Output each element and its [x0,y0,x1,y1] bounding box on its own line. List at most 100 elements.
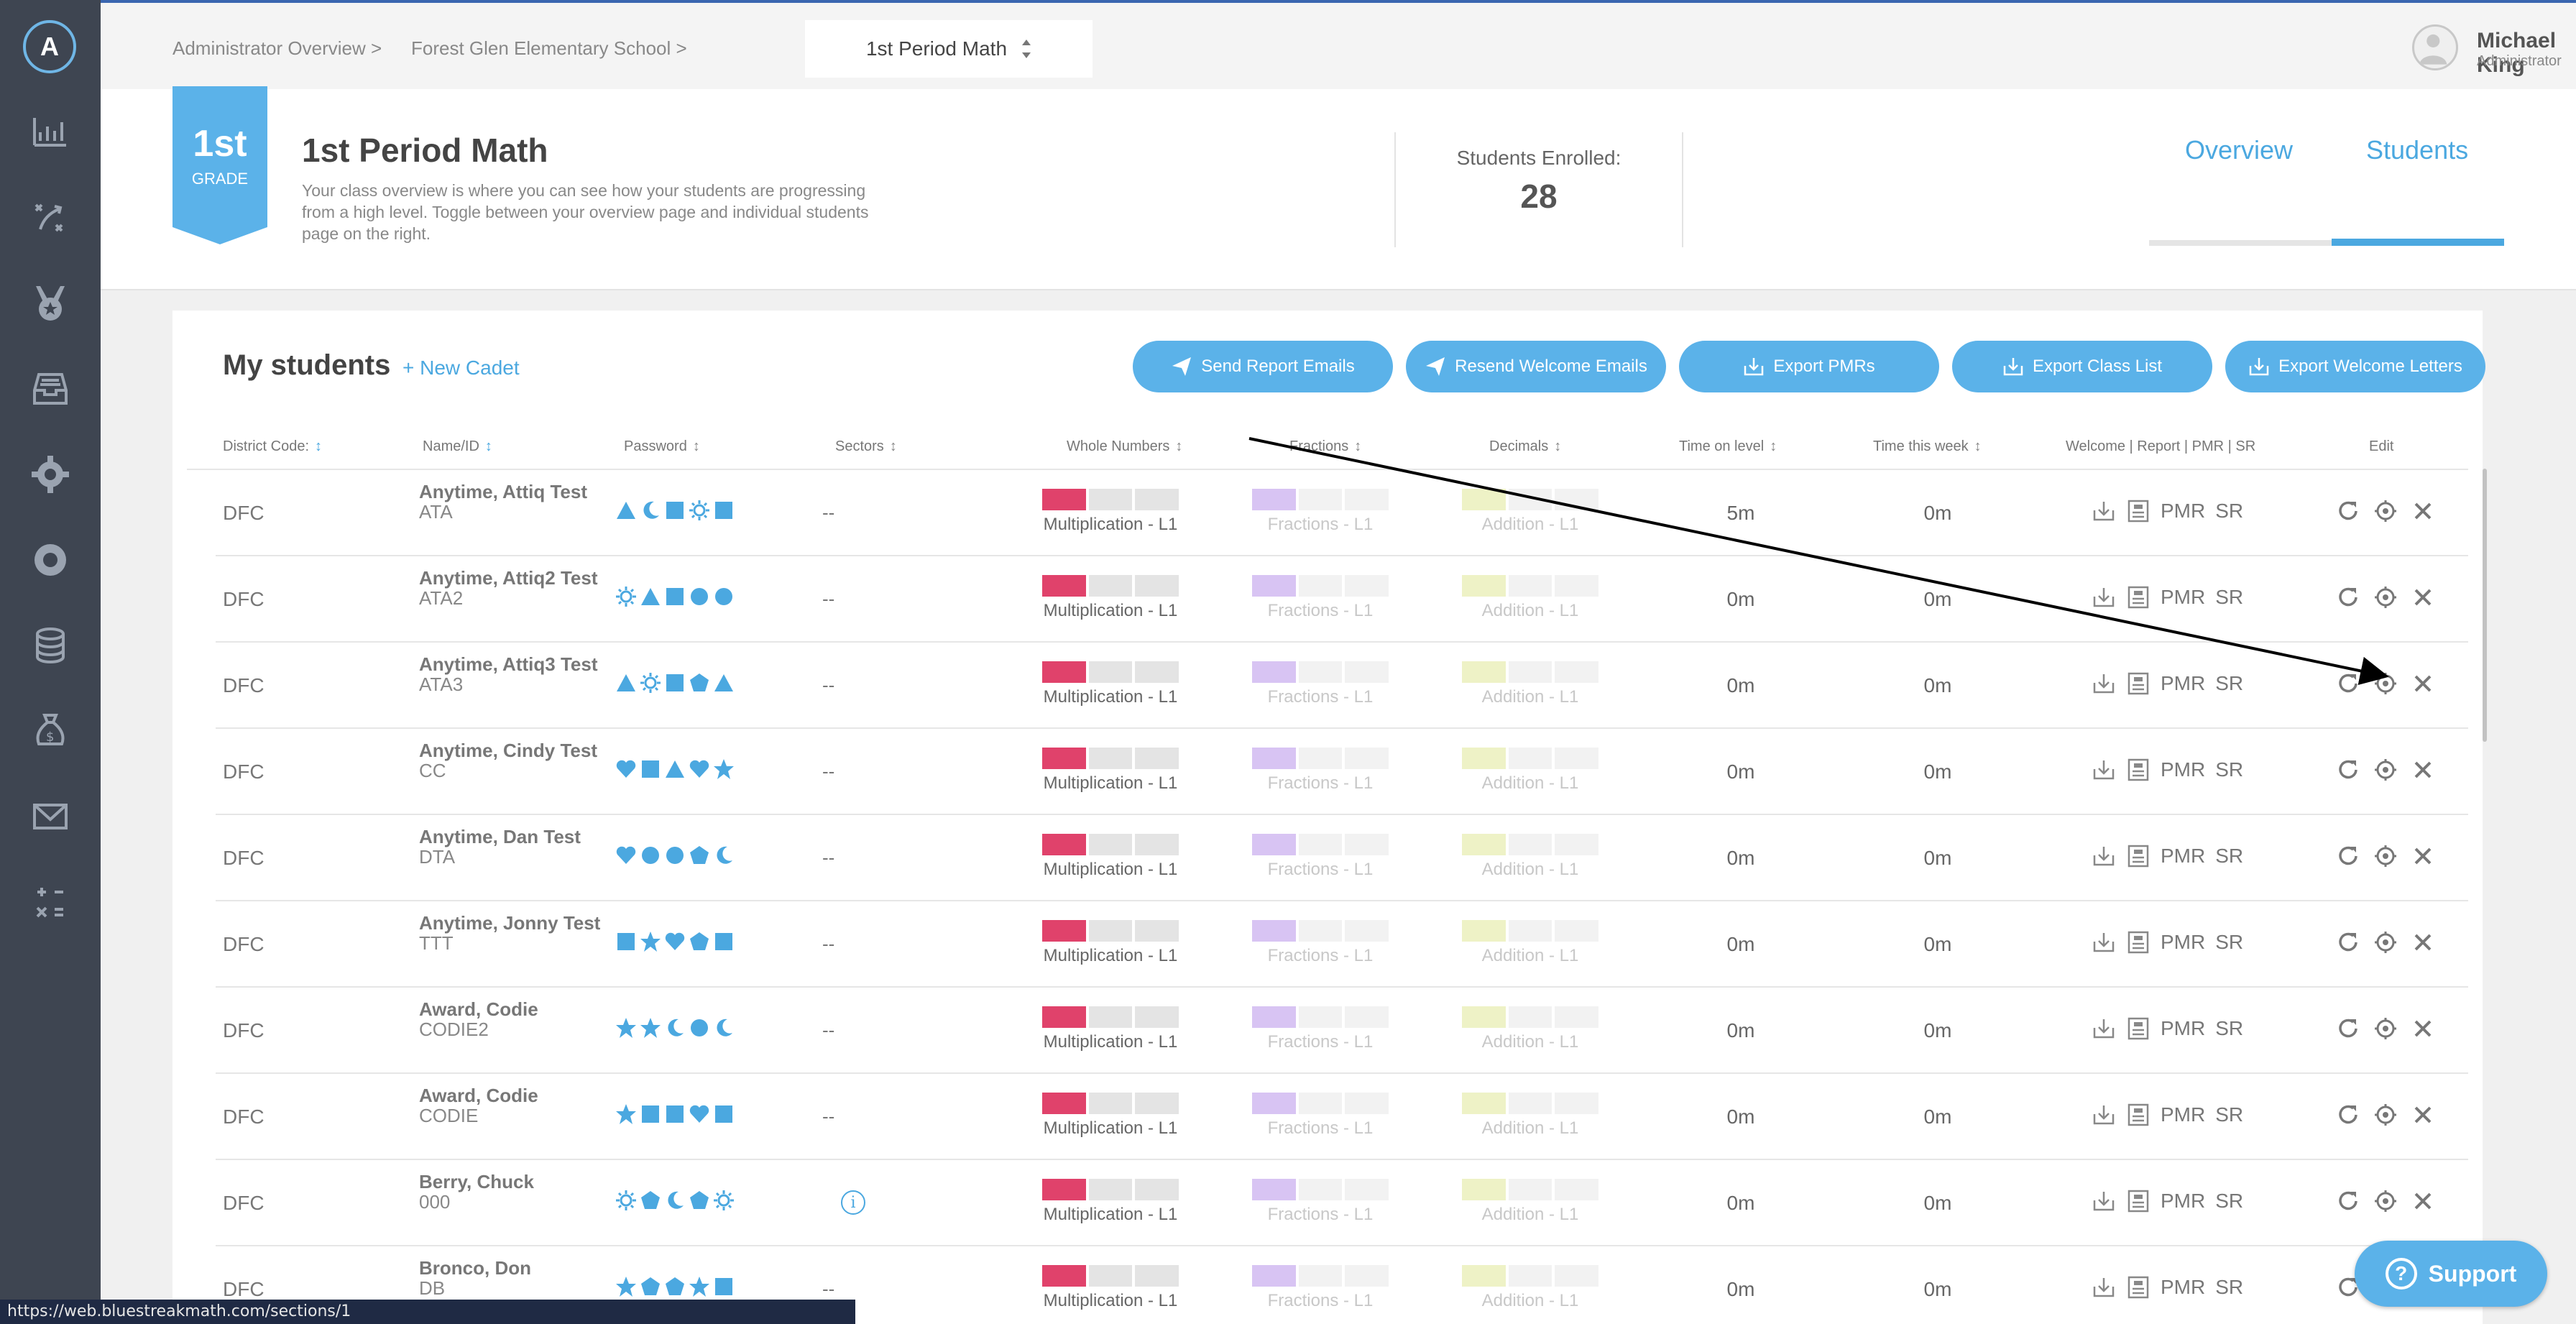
sr-link[interactable]: SR [2215,672,2243,695]
refresh-icon[interactable] [2336,1103,2360,1127]
report-icon[interactable] [2126,844,2150,868]
money-bag-icon[interactable]: $ [29,709,72,753]
delete-icon[interactable] [2411,758,2435,782]
column-district-code[interactable]: District Code: ↕ [223,438,322,455]
sr-link[interactable]: SR [2215,1276,2243,1299]
refresh-icon[interactable] [2336,1016,2360,1041]
settings-icon[interactable] [2373,930,2398,955]
student-name[interactable]: Berry, Chuck 000 [419,1172,606,1212]
student-name[interactable]: Anytime, Attiq Test ATA [419,482,606,522]
student-name[interactable]: Award, Codie CODIE2 [419,999,606,1039]
settings-icon[interactable] [2373,499,2398,523]
info-icon[interactable]: i [841,1190,865,1215]
download-icon[interactable] [2092,758,2116,782]
strategy-icon[interactable] [29,196,72,239]
pmr-link[interactable]: PMR [2161,931,2205,954]
mail-icon[interactable] [29,795,72,838]
column-whole-numbers[interactable]: Whole Numbers ↕ [1067,438,1182,455]
table-row[interactable]: DFC Berry, Chuck 000 i Multiplication - L… [172,1160,2483,1246]
column-fractions[interactable]: Fractions ↕ [1289,438,1361,455]
pmr-link[interactable]: PMR [2161,1017,2205,1040]
pmr-link[interactable]: PMR [2161,1190,2205,1213]
math-symbols-icon[interactable] [29,881,72,924]
refresh-icon[interactable] [2336,585,2360,610]
student-name[interactable]: Anytime, Attiq3 Test ATA3 [419,654,606,694]
settings-icon[interactable] [2373,1103,2398,1127]
download-icon[interactable] [2092,671,2116,696]
sr-link[interactable]: SR [2215,1190,2243,1213]
export-class-list-button[interactable]: Export Class List [1952,341,2212,392]
sr-link[interactable]: SR [2215,586,2243,609]
download-icon[interactable] [2092,1016,2116,1041]
pmr-link[interactable]: PMR [2161,672,2205,695]
sr-link[interactable]: SR [2215,758,2243,781]
student-name[interactable]: Award, Codie CODIE [419,1085,606,1126]
report-icon[interactable] [2126,758,2150,782]
refresh-icon[interactable] [2336,499,2360,523]
download-icon[interactable] [2092,930,2116,955]
inbox-icon[interactable] [29,367,72,410]
report-icon[interactable] [2126,930,2150,955]
new-cadet-link[interactable]: + New Cadet [402,357,520,380]
column-decimals[interactable]: Decimals ↕ [1489,438,1561,455]
report-icon[interactable] [2126,1103,2150,1127]
table-row[interactable]: DFC Award, Codie CODIE2 -- Multiplication… [172,988,2483,1074]
delete-icon[interactable] [2411,1016,2435,1041]
student-name[interactable]: Bronco, Don DB [419,1258,606,1298]
table-row[interactable]: DFC Anytime, Cindy Test CC -- Multiplicat… [172,729,2483,815]
column-sectors[interactable]: Sectors ↕ [835,438,897,455]
pmr-link[interactable]: PMR [2161,845,2205,868]
settings-icon[interactable] [2373,671,2398,696]
refresh-icon[interactable] [2336,1189,2360,1213]
app-logo[interactable]: A [23,20,76,73]
table-row[interactable]: DFC Anytime, Attiq Test ATA -- Multiplica… [172,470,2483,556]
delete-icon[interactable] [2411,499,2435,523]
report-icon[interactable] [2126,1189,2150,1213]
tab-students[interactable]: Students [2366,135,2468,165]
delete-icon[interactable] [2411,930,2435,955]
lifebuoy-icon[interactable] [29,538,72,581]
column-password[interactable]: Password ↕ [624,438,700,455]
bar-chart-icon[interactable] [29,111,72,154]
download-icon[interactable] [2092,1103,2116,1127]
medal-icon[interactable] [29,282,72,325]
table-row[interactable]: DFC Anytime, Dan Test DTA -- Multiplicati… [172,815,2483,901]
table-row[interactable]: DFC Anytime, Attiq3 Test ATA3 -- Multipli… [172,643,2483,729]
send-report-emails-button[interactable]: Send Report Emails [1133,341,1393,392]
export-pmrs-button[interactable]: Export PMRs [1679,341,1939,392]
pmr-link[interactable]: PMR [2161,1276,2205,1299]
delete-icon[interactable] [2411,1103,2435,1127]
column-time-this-week[interactable]: Time this week ↕ [1873,438,1982,455]
column-time-on-level[interactable]: Time on level ↕ [1679,438,1777,455]
sr-link[interactable]: SR [2215,1103,2243,1126]
refresh-icon[interactable] [2336,930,2360,955]
student-name[interactable]: Anytime, Dan Test DTA [419,827,606,867]
table-row[interactable]: DFC Award, Codie CODIE -- Multiplication … [172,1074,2483,1160]
refresh-icon[interactable] [2336,758,2360,782]
delete-icon[interactable] [2411,585,2435,610]
pmr-link[interactable]: PMR [2161,758,2205,781]
report-icon[interactable] [2126,585,2150,610]
support-button[interactable]: ? Support [2355,1241,2547,1307]
settings-icon[interactable] [2373,844,2398,868]
refresh-icon[interactable] [2336,671,2360,696]
gear-icon[interactable] [29,453,72,496]
resend-welcome-emails-button[interactable]: Resend Welcome Emails [1406,341,1666,392]
breadcrumb-school[interactable]: Forest Glen Elementary School > [411,37,687,60]
column-name-id[interactable]: Name/ID ↕ [423,438,492,455]
breadcrumb-admin-overview[interactable]: Administrator Overview > [172,37,382,60]
settings-icon[interactable] [2373,758,2398,782]
report-icon[interactable] [2126,1016,2150,1041]
download-icon[interactable] [2092,1275,2116,1300]
report-icon[interactable] [2126,1275,2150,1300]
download-icon[interactable] [2092,585,2116,610]
database-icon[interactable] [29,624,72,667]
pmr-link[interactable]: PMR [2161,1103,2205,1126]
report-icon[interactable] [2126,499,2150,523]
sr-link[interactable]: SR [2215,1017,2243,1040]
sr-link[interactable]: SR [2215,500,2243,523]
settings-icon[interactable] [2373,585,2398,610]
tab-overview[interactable]: Overview [2185,135,2293,165]
export-welcome-letters-button[interactable]: Export Welcome Letters [2225,341,2485,392]
pmr-link[interactable]: PMR [2161,500,2205,523]
